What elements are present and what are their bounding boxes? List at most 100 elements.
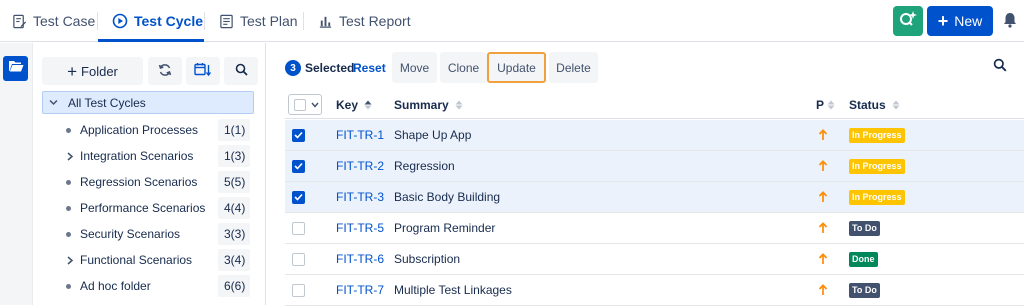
table-row[interactable]: FIT-TR-1 Shape Up App In Progress <box>285 120 1024 151</box>
status-badge: To Do <box>849 220 880 236</box>
selected-label: Selected <box>305 61 355 75</box>
tab-divider <box>97 12 98 30</box>
date-sort-button[interactable] <box>186 57 220 85</box>
calendar-sort-icon <box>194 62 212 80</box>
tab-label: Test Plan <box>240 13 298 29</box>
row-key-link[interactable]: FIT-TR-1 <box>336 120 384 150</box>
left-icon-rail <box>0 43 33 305</box>
tree-item-regression-scenarios[interactable]: Regression Scenarios 5(5) <box>34 169 266 195</box>
table-row[interactable]: FIT-TR-6 Subscription Done <box>285 244 1024 275</box>
tree-item-count: 3(3) <box>218 223 250 245</box>
new-button[interactable]: + New <box>927 6 993 36</box>
row-checkbox[interactable] <box>292 159 305 173</box>
plus-icon: + <box>67 61 78 81</box>
bullet-dot <box>66 273 71 299</box>
select-all-checkbox[interactable] <box>294 98 306 111</box>
reset-link[interactable]: Reset <box>353 60 386 76</box>
table-row[interactable]: FIT-TR-3 Basic Body Building In Progress <box>285 182 1024 213</box>
tree-item-label: Ad hoc folder <box>80 279 151 293</box>
row-summary: Shape Up App <box>394 128 472 142</box>
tree-search-button[interactable] <box>224 57 258 85</box>
move-button[interactable]: Move <box>392 52 437 83</box>
active-tab-indicator <box>98 39 204 42</box>
update-button[interactable]: Update <box>487 52 546 83</box>
tree-item-security-scenarios[interactable]: Security Scenarios 3(3) <box>34 221 266 247</box>
row-key-link[interactable]: FIT-TR-6 <box>336 244 384 274</box>
tree-item-performance-scenarios[interactable]: Performance Scenarios 4(4) <box>34 195 266 221</box>
list-doc-icon <box>219 14 234 29</box>
row-key-link[interactable]: FIT-TR-7 <box>336 275 384 305</box>
play-circle-icon <box>112 13 128 29</box>
bullet-dot <box>66 195 71 221</box>
bar-chart-icon <box>318 14 333 29</box>
folder-view-button[interactable] <box>3 56 28 81</box>
refresh-icon <box>158 63 172 80</box>
priority-high-arrow-icon <box>818 151 828 181</box>
column-label: P <box>816 97 825 112</box>
tree-item-count: 4(4) <box>218 197 250 219</box>
row-summary: Subscription <box>394 252 461 266</box>
row-checkbox[interactable] <box>292 283 305 297</box>
row-checkbox[interactable] <box>292 128 305 142</box>
tree-item-integration-scenarios[interactable]: Integration Scenarios 1(3) <box>34 143 266 169</box>
new-button-label: New <box>954 13 983 29</box>
tab-test-report[interactable]: Test Report <box>318 0 411 42</box>
status-badge: In Progress <box>849 158 905 174</box>
table-row[interactable]: FIT-TR-7 Multiple Test Linkages To Do <box>285 275 1024 306</box>
selected-count-badge: 3 <box>285 60 301 76</box>
row-checkbox[interactable] <box>292 221 305 235</box>
top-nav-bar: Test Case Test Cycle Test Plan Test Repo… <box>0 0 1024 42</box>
notifications-bell-icon[interactable] <box>1003 12 1017 33</box>
tree-item-label: Application Processes <box>80 123 199 137</box>
status-badge: Done <box>849 251 878 267</box>
row-summary: Basic Body Building <box>394 190 501 204</box>
tab-test-case[interactable]: Test Case <box>12 0 95 42</box>
chevron-right-icon[interactable] <box>66 143 74 169</box>
row-summary: Regression <box>394 159 455 173</box>
row-checkbox[interactable] <box>292 190 305 204</box>
tab-test-plan[interactable]: Test Plan <box>219 0 298 42</box>
tree-item-count: 6(6) <box>218 275 250 297</box>
select-all-dropdown[interactable] <box>288 94 322 115</box>
clone-button[interactable]: Clone <box>440 52 487 83</box>
row-key-link[interactable]: FIT-TR-3 <box>336 182 384 212</box>
column-header-status[interactable]: Status <box>849 90 900 119</box>
column-label: Key <box>336 97 359 112</box>
tree-item-application-processes[interactable]: Application Processes 1(1) <box>34 117 266 143</box>
table-search-icon[interactable] <box>993 58 1007 77</box>
tab-label: Test Case <box>33 13 96 29</box>
plus-icon: + <box>937 11 949 31</box>
priority-high-arrow-icon <box>818 182 828 212</box>
search-icon <box>235 63 248 79</box>
row-key-link[interactable]: FIT-TR-5 <box>336 213 384 243</box>
main-content: 3 Selected Reset Move Clone Update Delet… <box>267 43 1024 306</box>
priority-high-arrow-icon <box>818 244 828 274</box>
column-header-key[interactable]: Key <box>336 90 372 119</box>
sort-ascending-icon <box>364 100 372 110</box>
delete-button[interactable]: Delete <box>549 52 598 83</box>
tree-item-count: 1(1) <box>218 119 250 141</box>
column-header-priority[interactable]: P <box>816 90 835 119</box>
tree-item-ad-hoc-folder[interactable]: Ad hoc folder 6(6) <box>34 273 266 299</box>
chevron-down-icon <box>49 98 58 107</box>
tree-item-functional-scenarios[interactable]: Functional Scenarios 3(4) <box>34 247 266 273</box>
chevron-right-icon[interactable] <box>66 247 74 273</box>
status-badge: To Do <box>849 282 880 298</box>
tree-item-count: 3(4) <box>218 249 250 271</box>
quick-add-button[interactable] <box>893 6 923 36</box>
row-summary: Multiple Test Linkages <box>394 283 512 297</box>
column-header-summary[interactable]: Summary <box>394 90 463 119</box>
add-folder-button[interactable]: + Folder <box>42 57 143 85</box>
table-row[interactable]: FIT-TR-5 Program Reminder To Do <box>285 213 1024 244</box>
bullet-dot <box>66 117 71 143</box>
refresh-button[interactable] <box>148 57 182 85</box>
folder-tree-panel: + Folder All Test Cycles Application Pro… <box>34 43 266 305</box>
tree-root-label: All Test Cycles <box>68 95 146 110</box>
tab-test-cycle[interactable]: Test Cycle <box>112 0 203 42</box>
table-row[interactable]: FIT-TR-2 Regression In Progress <box>285 151 1024 182</box>
status-badge: In Progress <box>849 127 905 143</box>
tree-item-label: Functional Scenarios <box>80 253 193 267</box>
row-key-link[interactable]: FIT-TR-2 <box>336 151 384 181</box>
tree-root-all-test-cycles[interactable]: All Test Cycles <box>42 91 254 114</box>
row-checkbox[interactable] <box>292 252 305 266</box>
